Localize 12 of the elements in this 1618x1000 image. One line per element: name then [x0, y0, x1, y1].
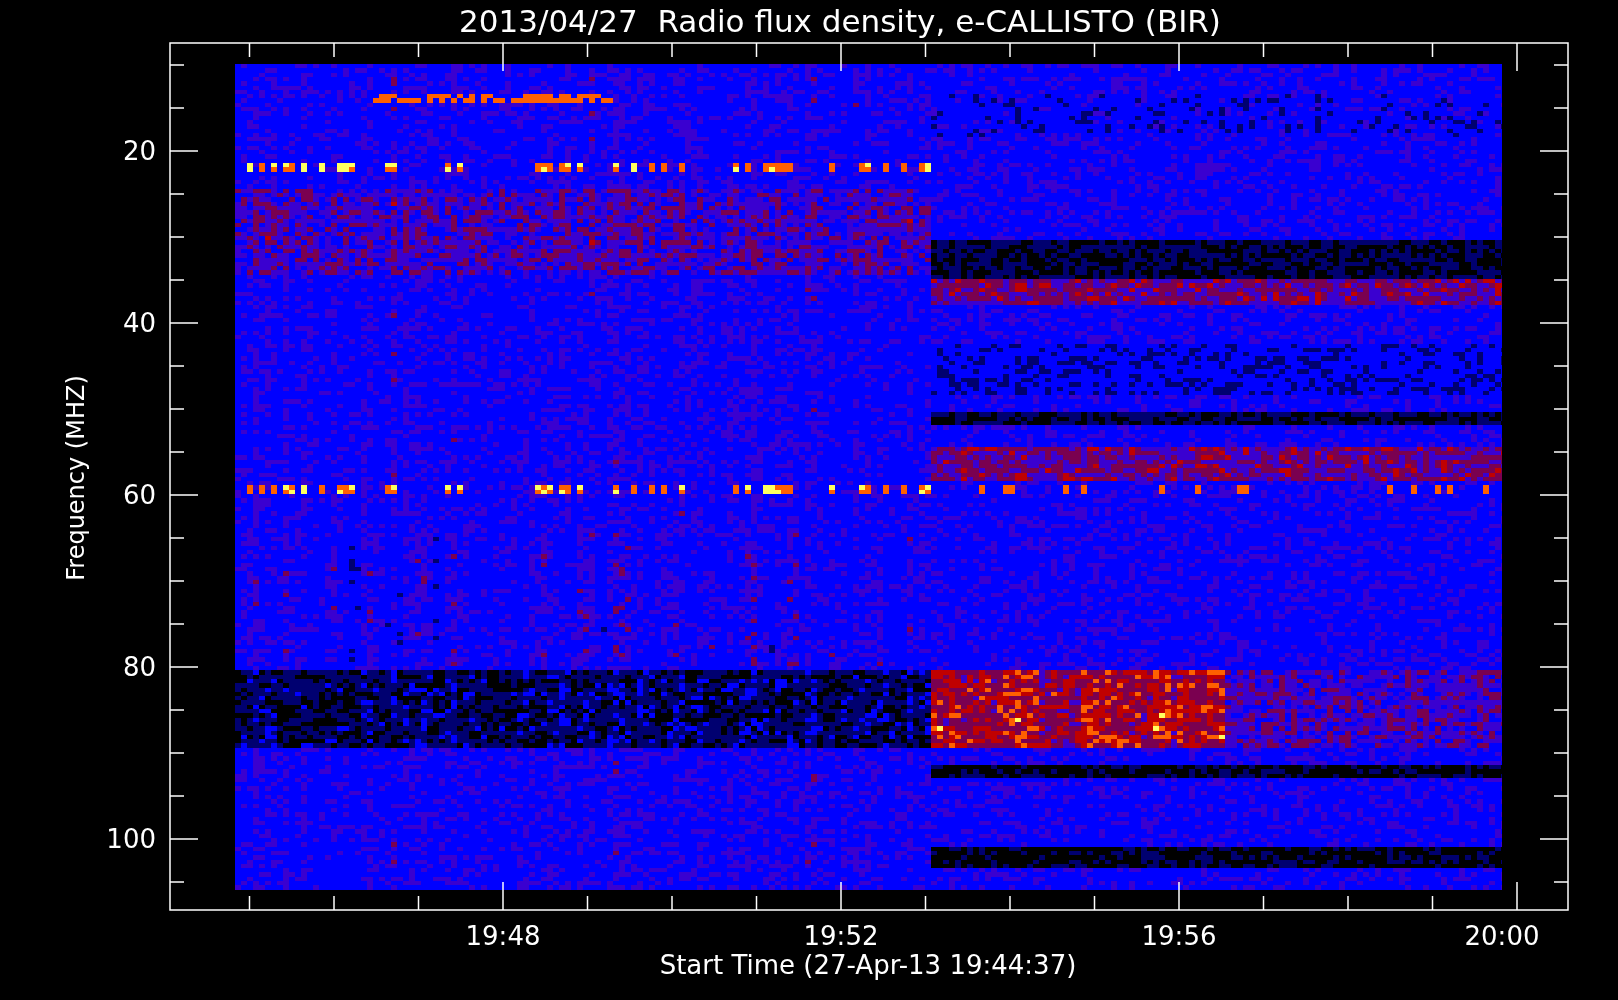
tick-label: 60 [122, 480, 156, 510]
tick-label: 19:52 [803, 921, 879, 951]
tick-label: 80 [122, 652, 156, 682]
tick-label: 100 [106, 824, 156, 854]
tick-label: 20 [122, 136, 156, 166]
chart-title: 2013/04/27 Radio flux density, e-CALLISTO (BIR) [459, 3, 1221, 39]
axis-label: Frequency (MHZ) [62, 375, 90, 581]
tick-label: 40 [122, 308, 156, 338]
axis-label: Start Time (27-Apr-13 19:44:37) [659, 950, 1077, 980]
tick-label: 19:48 [465, 921, 541, 951]
tick-label: 20:00 [1464, 921, 1540, 951]
tick-label: 19:56 [1141, 921, 1217, 951]
